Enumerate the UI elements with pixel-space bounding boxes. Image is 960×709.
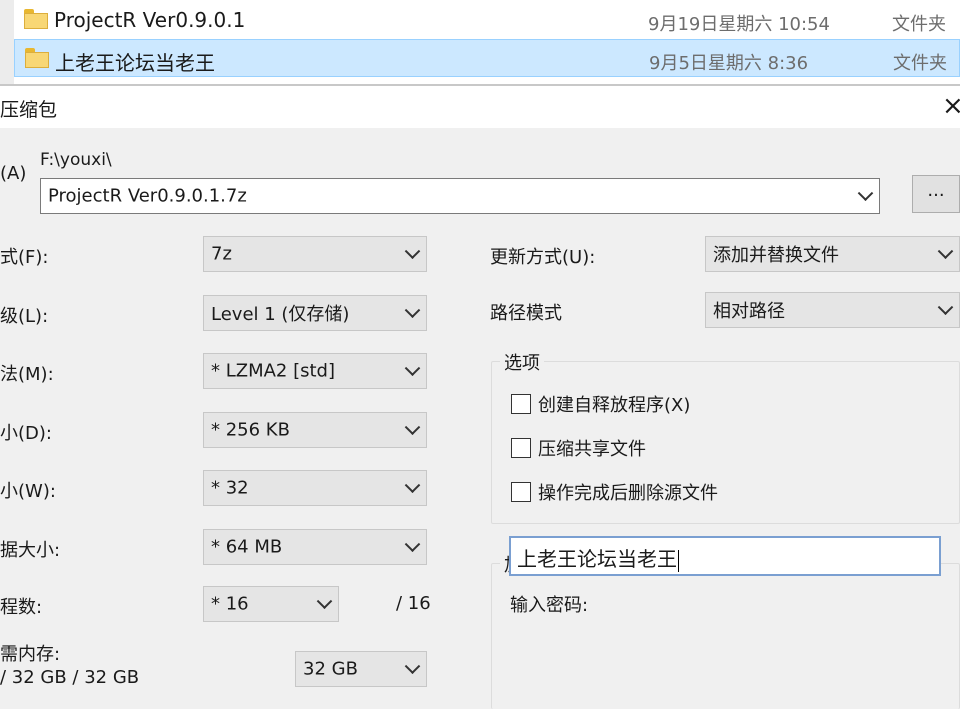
chevron-down-icon bbox=[404, 243, 421, 260]
delete-after-checkbox[interactable] bbox=[511, 482, 531, 502]
close-icon[interactable]: × bbox=[942, 91, 960, 121]
solid-block-label: 据大小: bbox=[0, 540, 61, 561]
format-select[interactable]: 7z bbox=[203, 236, 427, 272]
file-date: 9月19日星期六 10:54 bbox=[648, 14, 830, 35]
method-select[interactable]: * LZMA2 [std] bbox=[203, 353, 427, 389]
word-size-value: * 32 bbox=[211, 477, 249, 499]
shared-files-label: 压缩共享文件 bbox=[538, 439, 646, 460]
chevron-down-icon bbox=[404, 536, 421, 553]
dialog-titlebar: 压缩包 × bbox=[0, 86, 960, 128]
dictionary-label: 小(D): bbox=[0, 423, 52, 444]
archive-label: (A) bbox=[0, 163, 27, 184]
chevron-down-icon bbox=[404, 477, 421, 494]
memory-limit-value: 32 GB bbox=[303, 658, 358, 680]
encryption-group bbox=[491, 563, 960, 709]
memory-limit-select[interactable]: 32 GB bbox=[295, 651, 427, 687]
folder-icon bbox=[25, 48, 49, 68]
options-title: 选项 bbox=[500, 349, 544, 375]
chevron-down-icon bbox=[937, 299, 954, 316]
method-value: * LZMA2 [std] bbox=[211, 360, 336, 382]
threads-select[interactable]: * 16 bbox=[203, 586, 339, 622]
update-mode-select[interactable]: 添加并替换文件 bbox=[705, 236, 960, 272]
solid-block-select[interactable]: * 64 MB bbox=[203, 529, 427, 565]
method-label: 法(M): bbox=[0, 364, 54, 385]
file-list: ProjectR Ver0.9.0.1 9月19日星期六 10:54 文件夹 上… bbox=[0, 0, 960, 84]
sfx-checkbox[interactable] bbox=[511, 394, 531, 414]
chevron-down-icon bbox=[404, 302, 421, 319]
dictionary-value: * 256 KB bbox=[211, 419, 290, 441]
threads-label: 程数: bbox=[0, 597, 43, 618]
dialog-title: 压缩包 bbox=[0, 99, 58, 121]
threads-value: * 16 bbox=[211, 593, 249, 615]
archive-name-value: ProjectR Ver0.9.0.1.7z bbox=[48, 185, 247, 207]
file-name: ProjectR Ver0.9.0.1 bbox=[54, 8, 246, 32]
password-input[interactable]: 上老王论坛当老王 bbox=[509, 536, 941, 576]
chevron-down-icon bbox=[937, 243, 954, 260]
folder-icon bbox=[24, 9, 48, 29]
password-value: 上老王论坛当老王 bbox=[517, 547, 677, 571]
path-mode-select[interactable]: 相对路径 bbox=[705, 292, 960, 328]
level-value: Level 1 (仅存储) bbox=[211, 304, 350, 325]
word-size-label: 小(W): bbox=[0, 481, 56, 502]
level-select[interactable]: Level 1 (仅存储) bbox=[203, 295, 427, 331]
format-label: 式(F): bbox=[0, 247, 49, 268]
file-type: 文件夹 bbox=[893, 53, 947, 74]
solid-block-value: * 64 MB bbox=[211, 536, 283, 558]
shared-files-checkbox[interactable] bbox=[511, 438, 531, 458]
password-label: 输入密码: bbox=[510, 595, 589, 616]
chevron-down-icon bbox=[857, 185, 874, 202]
chevron-down-icon bbox=[404, 419, 421, 436]
memory-value: / 32 GB / 32 GB bbox=[0, 667, 140, 688]
word-size-select[interactable]: * 32 bbox=[203, 470, 427, 506]
memory-label: 需内存: bbox=[0, 644, 61, 665]
add-to-archive-dialog: 压缩包 × (A) F:\youxi\ ProjectR Ver0.9.0.1.… bbox=[0, 86, 960, 709]
delete-after-label: 操作完成后删除源文件 bbox=[538, 483, 718, 504]
chevron-down-icon bbox=[404, 658, 421, 675]
file-date: 9月5日星期六 8:36 bbox=[649, 53, 809, 74]
path-mode-label: 路径模式 bbox=[490, 303, 562, 324]
dictionary-select[interactable]: * 256 KB bbox=[203, 412, 427, 448]
file-name: 上老王论坛当老王 bbox=[55, 51, 215, 75]
file-row-projectr[interactable]: ProjectR Ver0.9.0.1 9月19日星期六 10:54 文件夹 bbox=[14, 1, 960, 39]
format-value: 7z bbox=[211, 243, 232, 265]
chevron-down-icon bbox=[404, 360, 421, 377]
path-mode-value: 相对路径 bbox=[713, 301, 785, 322]
chevron-down-icon bbox=[316, 593, 333, 610]
archive-path: F:\youxi\ bbox=[40, 150, 112, 170]
threads-max: / 16 bbox=[396, 593, 431, 614]
sfx-label: 创建自释放程序(X) bbox=[538, 395, 691, 416]
text-caret bbox=[678, 549, 679, 572]
archive-name-combo[interactable]: ProjectR Ver0.9.0.1.7z bbox=[40, 178, 880, 214]
level-label: 级(L): bbox=[0, 306, 49, 327]
file-row-selected[interactable]: 上老王论坛当老王 9月5日星期六 8:36 文件夹 bbox=[14, 39, 960, 77]
browse-button[interactable]: ... bbox=[912, 175, 960, 213]
update-mode-label: 更新方式(U): bbox=[490, 247, 596, 268]
file-type: 文件夹 bbox=[892, 14, 946, 35]
update-mode-value: 添加并替换文件 bbox=[713, 245, 839, 266]
nav-pane-edge bbox=[0, 0, 14, 84]
